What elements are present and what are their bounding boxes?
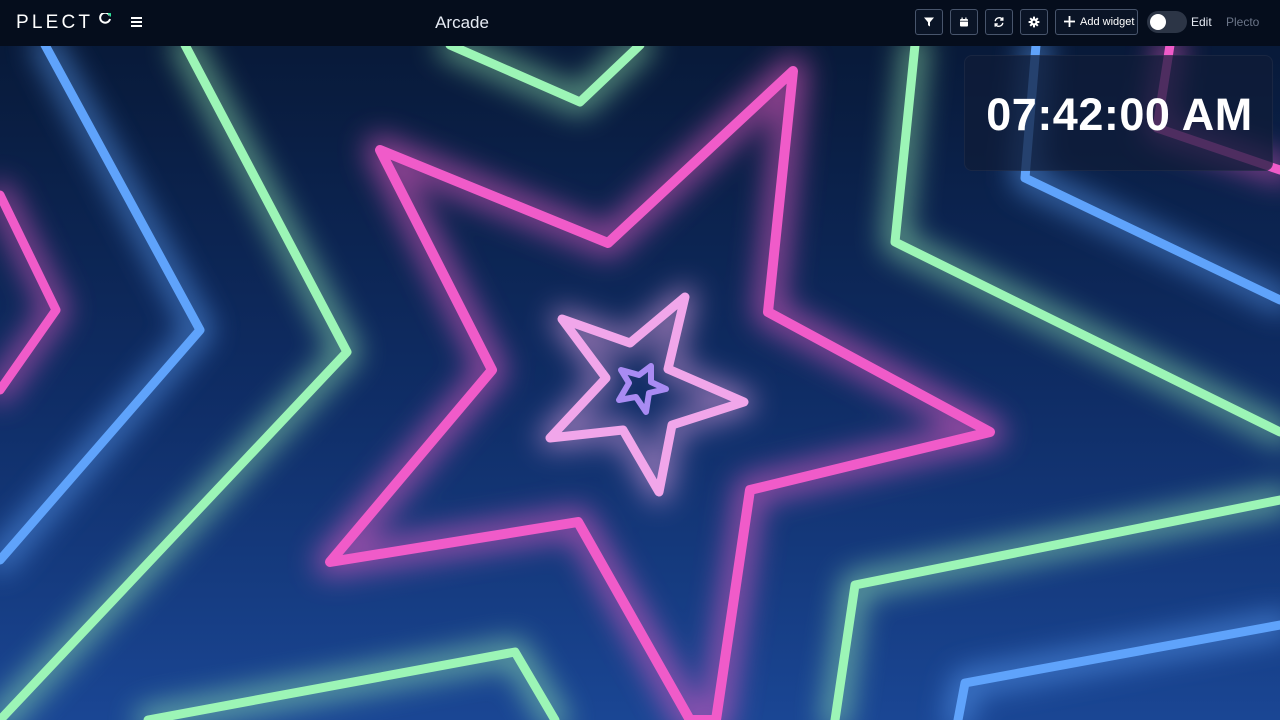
gear-icon [1028,16,1040,28]
clock-time: 07:42:00 AM [986,89,1253,140]
edit-label: Edit [1191,15,1212,29]
clock-widget[interactable]: 07:42:00 AM [964,55,1273,171]
filter-button[interactable] [915,9,943,35]
settings-button[interactable] [1020,9,1048,35]
page-title: Arcade [435,13,489,32]
calendar-icon [960,17,968,27]
plecto-logo[interactable]: PLECT [16,11,93,35]
calendar-button[interactable] [950,9,978,35]
logo-o-mark-icon [99,13,111,24]
plus-icon [1064,16,1075,27]
refresh-icon [994,17,1004,27]
hamburger-menu-icon[interactable] [129,14,145,30]
edit-mode-toggle[interactable] [1147,11,1187,33]
add-widget-label: Add widget [1080,16,1135,28]
user-account-label[interactable]: Plecto [1226,15,1259,30]
add-widget-button[interactable]: Add widget [1055,9,1138,35]
toggle-knob [1150,14,1166,30]
top-navigation-bar: PLECT Arcade Add widget Edit Plecto [0,0,1280,46]
dashboard-screen: PLECT Arcade Add widget Edit Plecto 07:4… [0,0,1280,720]
filter-icon [924,17,934,27]
refresh-button[interactable] [985,9,1013,35]
